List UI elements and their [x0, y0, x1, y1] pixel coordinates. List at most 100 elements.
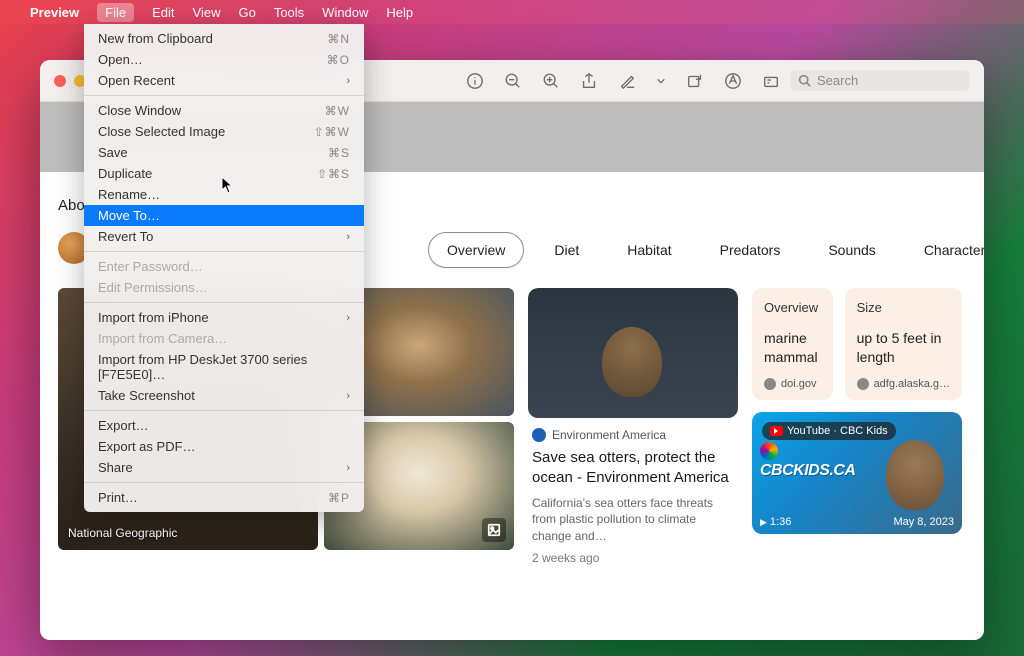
menu-item-label: Duplicate [98, 166, 152, 181]
menu-item-print[interactable]: Print…⌘P [84, 487, 364, 508]
source-favicon-icon [532, 428, 546, 442]
tab-predators[interactable]: Predators [702, 233, 799, 267]
highlight-icon[interactable] [618, 72, 636, 90]
file-menu-dropdown: New from Clipboard⌘N Open… ⌘O Open Recent › C… [84, 24, 364, 512]
menu-item-save[interactable]: Save ⌘S [84, 142, 364, 163]
menu-item-label: Import from iPhone [98, 310, 209, 325]
app-menu[interactable]: Preview [30, 5, 79, 20]
menu-item-close-selected-image[interactable]: Close Selected Image⇧⌘W [84, 121, 364, 142]
tools-menu-trigger[interactable]: Tools [274, 5, 304, 20]
menu-item-label: Rename… [98, 187, 160, 202]
menu-item-label: New from Clipboard [98, 31, 213, 46]
info-icon[interactable] [466, 72, 484, 90]
chevron-down-icon[interactable] [656, 72, 666, 90]
info-card-size[interactable]: Size up to 5 feet in length adfg.alaska.… [845, 288, 962, 400]
menu-item-export[interactable]: Export… [84, 415, 364, 436]
help-menu-trigger[interactable]: Help [386, 5, 413, 20]
tab-characteristics[interactable]: Characteristics [906, 233, 984, 267]
source-favicon-icon [764, 378, 776, 390]
video-card[interactable]: YouTube · CBC Kids CBCKIDS.CA 1:36 May 8… [752, 412, 962, 534]
info-card-source: adfg.alaska.g… [857, 378, 950, 390]
info-card-overview[interactable]: Overview marine mammal doi.gov [752, 288, 833, 400]
toolbar-icons [466, 72, 780, 90]
menu-shortcut: ⌘O [327, 53, 350, 67]
view-menu-trigger[interactable]: View [193, 5, 221, 20]
menu-item-edit-permissions: Edit Permissions… [84, 277, 364, 298]
menu-item-share[interactable]: Share › [84, 457, 364, 478]
markup-icon[interactable] [724, 72, 742, 90]
menu-item-revert-to[interactable]: Revert To› [84, 226, 364, 247]
expand-image-icon[interactable] [482, 518, 506, 542]
youtube-logo-icon [770, 426, 783, 436]
tab-overview[interactable]: Overview [428, 232, 524, 268]
menu-item-export-as-pdf[interactable]: Export as PDF… [84, 436, 364, 457]
menu-item-open-recent[interactable]: Open Recent › [84, 70, 364, 91]
menu-item-rename[interactable]: Rename… [84, 184, 364, 205]
menu-shortcut: ⌘W [325, 104, 350, 118]
search-placeholder: Search [817, 73, 858, 88]
article-card[interactable]: Environment America Save sea otters, pro… [528, 288, 738, 565]
close-window-button[interactable] [54, 75, 66, 87]
menu-item-label: Share [98, 460, 133, 475]
menu-item-label: Edit Permissions… [98, 280, 208, 295]
menu-item-label: Close Window [98, 103, 181, 118]
menu-item-label: Revert To [98, 229, 153, 244]
menu-item-move-to[interactable]: Move To… [84, 205, 364, 226]
menu-item-duplicate[interactable]: Duplicate⇧⌘S [84, 163, 364, 184]
article-column: Environment America Save sea otters, pro… [528, 288, 738, 565]
menu-separator [84, 95, 364, 96]
zoom-in-icon[interactable] [542, 72, 560, 90]
menu-item-label: Export as PDF… [98, 439, 196, 454]
menu-item-label: Move To… [98, 208, 160, 223]
article-source-name: Environment America [552, 428, 666, 442]
menu-item-label: Open… [98, 52, 143, 67]
info-card-source: doi.gov [764, 378, 821, 390]
menu-shortcut: ⌘S [328, 146, 350, 160]
about-label: Abo [58, 197, 85, 214]
video-duration: 1:36 [760, 516, 791, 528]
menu-separator [84, 302, 364, 303]
edit-menu-trigger[interactable]: Edit [152, 5, 174, 20]
window-menu-trigger[interactable]: Window [322, 5, 368, 20]
menu-item-import-from-hp-deskjet-series-f-e-e[interactable]: Import from HP DeskJet 3700 series [F7E5… [84, 349, 364, 385]
article-description: California's sea otters face threats fro… [532, 495, 734, 545]
menu-separator [84, 251, 364, 252]
info-card-value: marine mammal [764, 329, 821, 372]
go-menu-trigger[interactable]: Go [238, 5, 255, 20]
menu-item-enter-password: Enter Password… [84, 256, 364, 277]
info-cards-row: Overview marine mammal doi.gov Size up t… [752, 288, 962, 400]
video-date: May 8, 2023 [893, 516, 954, 528]
image-source-label: National Geographic [68, 526, 177, 540]
menu-item-open[interactable]: Open… ⌘O [84, 49, 364, 70]
video-channel: YouTube · CBC Kids [787, 425, 888, 437]
menu-item-label: Open Recent [98, 73, 175, 88]
toolbar-search[interactable]: Search [790, 70, 970, 91]
menu-item-import-from-iphone[interactable]: Import from iPhone› [84, 307, 364, 328]
tab-diet[interactable]: Diet [536, 233, 597, 267]
menu-item-label: Take Screenshot [98, 388, 195, 403]
rotate-icon[interactable] [686, 72, 704, 90]
tab-sounds[interactable]: Sounds [810, 233, 893, 267]
menu-shortcut: ⌘P [328, 491, 350, 505]
tab-habitat[interactable]: Habitat [609, 233, 689, 267]
menu-item-new-from-clipboard[interactable]: New from Clipboard⌘N [84, 28, 364, 49]
menu-item-label: Import from Camera… [98, 331, 227, 346]
chevron-right-icon: › [346, 75, 350, 87]
info-card-title: Overview [764, 300, 821, 315]
zoom-out-icon[interactable] [504, 72, 522, 90]
crop-icon[interactable] [762, 72, 780, 90]
menu-item-label: Import from HP DeskJet 3700 series [F7E5… [98, 352, 350, 382]
menu-item-close-window[interactable]: Close Window ⌘W [84, 100, 364, 121]
video-overlay-text: CBCKIDS.CA [760, 462, 855, 480]
chevron-right-icon: › [346, 462, 350, 474]
menu-item-label: Enter Password… [98, 259, 203, 274]
menu-item-take-screenshot[interactable]: Take Screenshot› [84, 385, 364, 406]
cbc-logo-icon [760, 442, 778, 460]
file-menu-trigger[interactable]: File [97, 3, 134, 22]
topic-tabs: Overview Diet Habitat Predators Sounds C… [428, 230, 966, 270]
video-meta: 1:36 May 8, 2023 [760, 516, 954, 528]
article-source: Environment America [532, 428, 734, 442]
menu-item-label: Save [98, 145, 128, 160]
sidebar-column: Overview marine mammal doi.gov Size up t… [752, 288, 962, 565]
share-icon[interactable] [580, 72, 598, 90]
